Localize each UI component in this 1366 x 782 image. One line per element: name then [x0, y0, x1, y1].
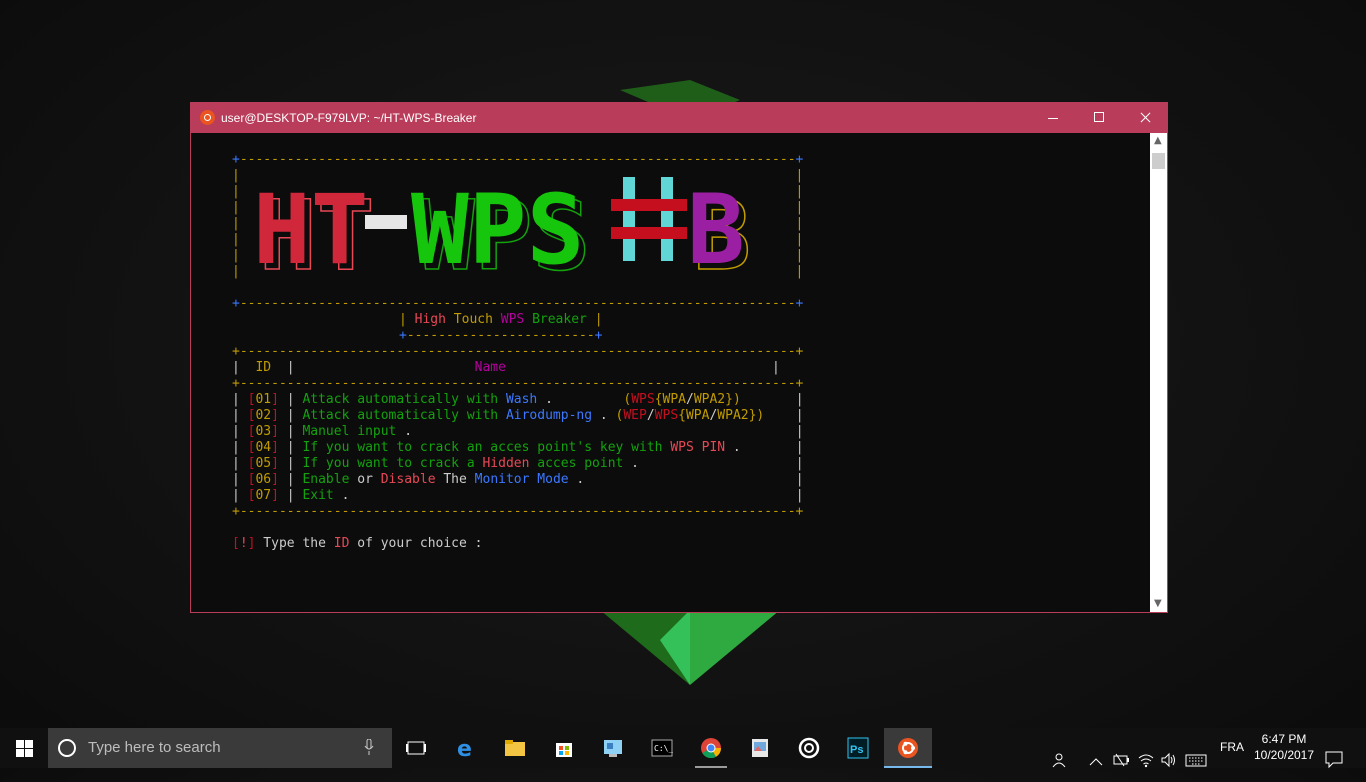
- network-icon[interactable]: [1137, 740, 1155, 780]
- start-button[interactable]: [0, 728, 48, 768]
- menu-id: 01: [255, 392, 272, 407]
- menu-row-06: | [06] | Enable or Disable The Monitor M…: [232, 472, 585, 487]
- battery-icon[interactable]: [1112, 740, 1130, 780]
- close-icon: [1140, 112, 1150, 122]
- image-icon: [752, 739, 768, 757]
- task-view-icon: [406, 741, 426, 755]
- menu-id: 06: [255, 472, 272, 487]
- svg-text:B: B: [687, 177, 745, 277]
- minimize-icon: [1048, 112, 1058, 119]
- table-header: | ID | Name |: [232, 360, 780, 375]
- table-border-bottom: +---------------------------------------…: [232, 504, 804, 519]
- menu-row-03: | [03] | Manuel input .: [232, 424, 413, 439]
- svg-text:WPS: WPS: [411, 177, 584, 277]
- banner-border-top: +---------------------------------------…: [232, 152, 804, 167]
- chrome-button[interactable]: [687, 728, 735, 768]
- ubuntu-icon: [200, 110, 215, 125]
- banner-border-bottom: +---------------------------------------…: [232, 296, 804, 311]
- scroll-thumb[interactable]: [1152, 153, 1165, 169]
- console-icon: C:\_: [651, 739, 673, 757]
- photoshop-icon: Ps: [847, 737, 869, 759]
- menu-row-07: | [07] | Exit .: [232, 488, 350, 503]
- circle-app-icon: [798, 737, 820, 759]
- store-button[interactable]: [540, 728, 588, 768]
- menu-row-02: | [02] | Attack automatically with Airod…: [232, 408, 765, 423]
- people-icon[interactable]: [1052, 740, 1070, 780]
- keyboard-icon[interactable]: [1185, 740, 1207, 780]
- svg-text:e: e: [457, 737, 472, 759]
- menu-row-border: |: [795, 456, 804, 471]
- vertical-scrollbar[interactable]: ▲ ▼: [1150, 133, 1167, 612]
- table-border-top: +---------------------------------------…: [232, 344, 804, 359]
- task-view-button[interactable]: [392, 728, 440, 768]
- search-placeholder: Type here to search: [88, 739, 221, 756]
- subtitle: | High Touch WPS Breaker |: [399, 312, 603, 327]
- menu-row-border: |: [795, 472, 804, 487]
- cortana-icon: [58, 739, 76, 757]
- control-panel-icon: [604, 740, 622, 757]
- command-prompt-button[interactable]: C:\_: [638, 728, 686, 768]
- menu-row-border: |: [795, 424, 804, 439]
- terminal-window[interactable]: user@DESKTOP-F979LVP: ~/HT-WPS-Breaker +…: [190, 102, 1168, 613]
- media-app-button[interactable]: [785, 728, 833, 768]
- microphone-icon[interactable]: [364, 739, 374, 755]
- ubuntu-taskbar-button[interactable]: [884, 728, 932, 768]
- menu-row-05: | [05] | If you want to crack a Hidden a…: [232, 456, 640, 471]
- minimize-button[interactable]: [1031, 103, 1077, 133]
- menu-row-01: | [01] | Attack automatically with Wash …: [232, 392, 741, 407]
- menu-row-04: | [04] | If you want to crack an acces p…: [232, 440, 741, 455]
- folder-icon: [505, 740, 525, 756]
- clock[interactable]: 6:47 PM 10/20/2017: [1244, 731, 1324, 763]
- maximize-icon: [1094, 112, 1104, 122]
- menu-row-border: |: [795, 408, 804, 423]
- input-language[interactable]: FRA: [1220, 740, 1244, 780]
- maximize-button[interactable]: [1077, 103, 1123, 133]
- title-bar[interactable]: user@DESKTOP-F979LVP: ~/HT-WPS-Breaker: [191, 103, 1167, 133]
- svg-text:HT: HT: [253, 177, 369, 277]
- edge-icon: e: [457, 737, 472, 759]
- ubuntu-icon: [898, 738, 918, 758]
- ht-wps-b-logo: HT HT WPS WPS B B: [253, 177, 752, 277]
- terminal-output[interactable]: +---------------------------------------…: [191, 133, 1150, 612]
- search-box[interactable]: Type here to search: [48, 728, 392, 768]
- scroll-up-icon[interactable]: ▲: [1154, 136, 1162, 146]
- store-icon: [556, 743, 572, 757]
- menu-id: 07: [255, 488, 272, 503]
- choice-prompt[interactable]: [!] Type the ID of your choice :: [232, 536, 482, 552]
- control-panel-button[interactable]: [589, 728, 637, 768]
- menu-id: 02: [255, 408, 272, 423]
- svg-text:Ps: Ps: [850, 744, 863, 756]
- close-button[interactable]: [1123, 103, 1169, 133]
- chevron-up-icon[interactable]: [1089, 742, 1103, 782]
- menu-id: 04: [255, 440, 272, 455]
- edge-button[interactable]: e: [443, 728, 491, 768]
- svg-text:C:\_: C:\_: [654, 744, 673, 753]
- menu-row-border: |: [795, 440, 804, 455]
- menu-id: 05: [255, 456, 272, 471]
- clock-time: 6:47 PM: [1261, 732, 1307, 746]
- photoshop-button[interactable]: Ps: [834, 728, 882, 768]
- chrome-icon: [701, 738, 722, 759]
- clock-date: 10/20/2017: [1253, 748, 1315, 762]
- volume-icon[interactable]: [1160, 740, 1178, 780]
- menu-id: 03: [255, 424, 272, 439]
- notifications-icon[interactable]: [1325, 739, 1343, 779]
- window-title: user@DESKTOP-F979LVP: ~/HT-WPS-Breaker: [221, 111, 477, 125]
- scroll-down-icon[interactable]: ▼: [1154, 599, 1162, 609]
- file-explorer-button[interactable]: [491, 728, 539, 768]
- table-border-mid: +---------------------------------------…: [232, 376, 804, 391]
- menu-row-border: |: [795, 488, 804, 503]
- windows-icon: [16, 740, 33, 757]
- image-viewer-button[interactable]: [736, 728, 784, 768]
- taskbar: Type here to search e C:\_ Ps FRA 6:47 P…: [0, 728, 1366, 769]
- subtitle-underline: +------------------------+: [399, 328, 603, 343]
- menu-row-border: |: [795, 392, 804, 407]
